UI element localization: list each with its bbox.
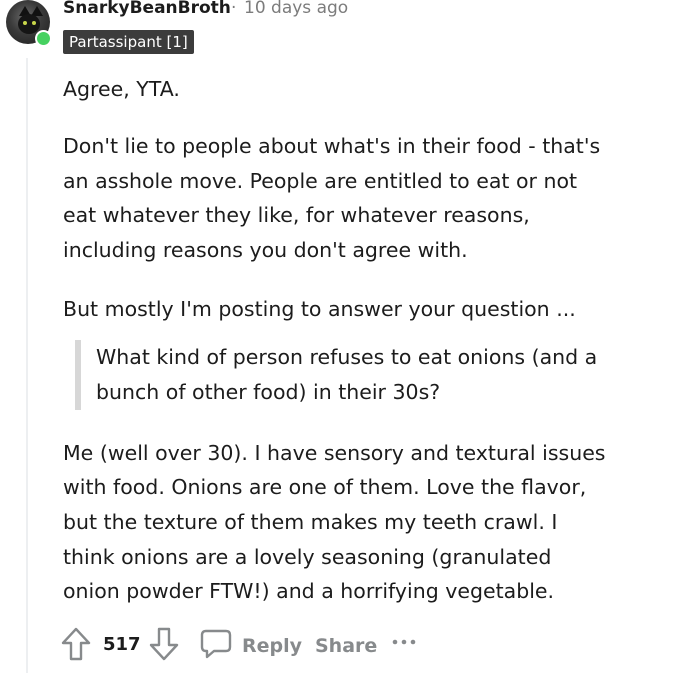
share-button[interactable]: Share — [315, 635, 377, 657]
avatar-cat-eye-left — [23, 21, 27, 25]
reply-icon-wrap[interactable] — [199, 626, 235, 666]
paragraph-line: Don't lie to people about what's in thei… — [63, 134, 601, 158]
paragraph-line: but the texture of them makes my teeth c… — [63, 510, 558, 534]
avatar-cat-face — [18, 14, 40, 34]
username-link[interactable]: SnarkyBeanBroth — [63, 0, 231, 18]
downvote-icon — [149, 627, 179, 661]
paragraph-line: an asshole move. People are entitled to … — [63, 169, 578, 193]
blockquote-bar — [75, 340, 81, 410]
paragraph-line: Agree, YTA. — [63, 77, 180, 101]
avatar-cat-eye-right — [32, 21, 36, 25]
paragraph-line: Me (well over 30). I have sensory and te… — [63, 441, 606, 465]
paragraph-line: including reasons you don't agree with. — [63, 238, 468, 262]
timestamp[interactable]: 10 days ago — [244, 0, 348, 18]
comment-actions: 517 Reply Share — [60, 626, 700, 666]
comment-icon — [200, 629, 232, 659]
paragraph-line: think onions are a lovely seasoning (gra… — [63, 545, 552, 569]
paragraph-line: But mostly I'm posting to answer your qu… — [63, 297, 576, 321]
paragraph-line: eat whatever they like, for whatever rea… — [63, 203, 530, 227]
reply-label[interactable]: Reply — [242, 635, 302, 657]
upvote-button[interactable] — [60, 626, 96, 666]
paragraph-line: onion powder FTW!) and a horrifying vege… — [63, 579, 555, 603]
thread-collapse-line[interactable] — [26, 58, 28, 673]
online-status-icon — [35, 30, 52, 47]
more-options-icon — [392, 639, 416, 645]
more-options-button[interactable] — [390, 632, 420, 652]
vote-score: 517 — [103, 634, 141, 655]
upvote-icon — [61, 627, 91, 661]
user-flair: Partassipant [1] — [63, 30, 194, 54]
blockquote-line: What kind of person refuses to eat onion… — [96, 345, 598, 369]
paragraph-line: with food. Onions are one of them. Love … — [63, 475, 587, 499]
downvote-button[interactable] — [148, 626, 184, 666]
meta-separator: · — [231, 0, 237, 18]
blockquote-line: bunch of other food) in their 30s? — [96, 380, 441, 404]
